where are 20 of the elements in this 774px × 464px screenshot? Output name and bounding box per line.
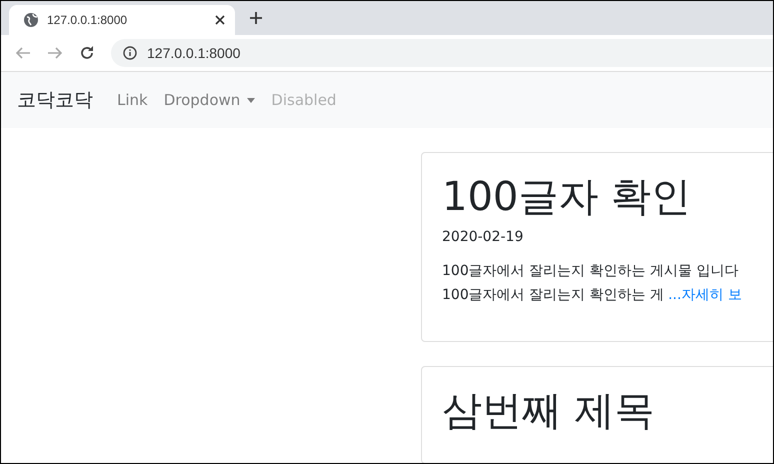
plus-icon[interactable]	[249, 11, 263, 25]
info-icon	[123, 46, 137, 60]
post-date: 2020-02-19	[442, 229, 524, 245]
nav-link[interactable]: Link	[109, 91, 156, 109]
read-more-link[interactable]: ...자세히 보	[668, 287, 742, 303]
brand-link[interactable]: 코닥코닥	[17, 87, 93, 113]
tab-title: 127.0.0.1:8000	[47, 13, 128, 27]
nav-link: Disabled	[270, 91, 338, 109]
dropdown-toggle[interactable]: Dropdown	[156, 91, 264, 109]
caret-icon	[247, 98, 256, 102]
reload-icon[interactable]	[79, 45, 95, 61]
address-bar[interactable]: 127.0.0.1:8000	[111, 39, 773, 67]
close-icon[interactable]	[215, 15, 225, 25]
url-text: 127.0.0.1:8000	[147, 45, 240, 61]
post-excerpt: 100글자에서 잘리는지 확인하는 게시물 입니다	[442, 263, 739, 279]
post-title: 100글자 확인	[442, 173, 692, 221]
post-excerpt: 100글자에서 잘리는지 확인하는 게	[442, 287, 664, 303]
globe-icon	[23, 12, 39, 28]
browser-tab[interactable]: 127.0.0.1:8000	[9, 5, 235, 35]
post-title: 삼번째 제목	[442, 387, 656, 435]
